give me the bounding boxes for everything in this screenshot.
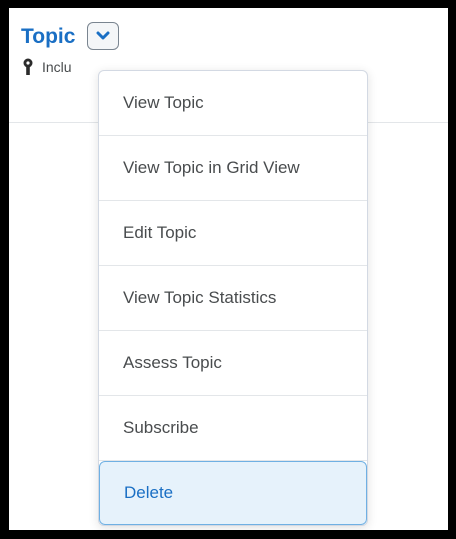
chevron-down-icon (96, 31, 110, 40)
menu-item-edit-topic[interactable]: Edit Topic (99, 201, 367, 266)
menu-item-view-topic-grid[interactable]: View Topic in Grid View (99, 136, 367, 201)
menu-item-subscribe[interactable]: Subscribe (99, 396, 367, 461)
menu-item-assess-topic[interactable]: Assess Topic (99, 331, 367, 396)
topic-header: Topic (21, 22, 120, 50)
menu-item-delete[interactable]: Delete (99, 461, 367, 525)
menu-item-view-topic-statistics[interactable]: View Topic Statistics (99, 266, 367, 331)
topic-subline: Inclu (22, 58, 72, 76)
topic-actions-dropdown-button[interactable] (87, 22, 120, 50)
subline-text: Inclu (42, 59, 72, 75)
keyhole-icon (23, 58, 33, 75)
page-title: Topic (21, 24, 76, 48)
topic-actions-menu: View Topic View Topic in Grid View Edit … (98, 70, 368, 526)
menu-item-view-topic[interactable]: View Topic (99, 71, 367, 136)
topic-page: Topic Inclu View Topic View Topic in Gri… (9, 8, 448, 530)
